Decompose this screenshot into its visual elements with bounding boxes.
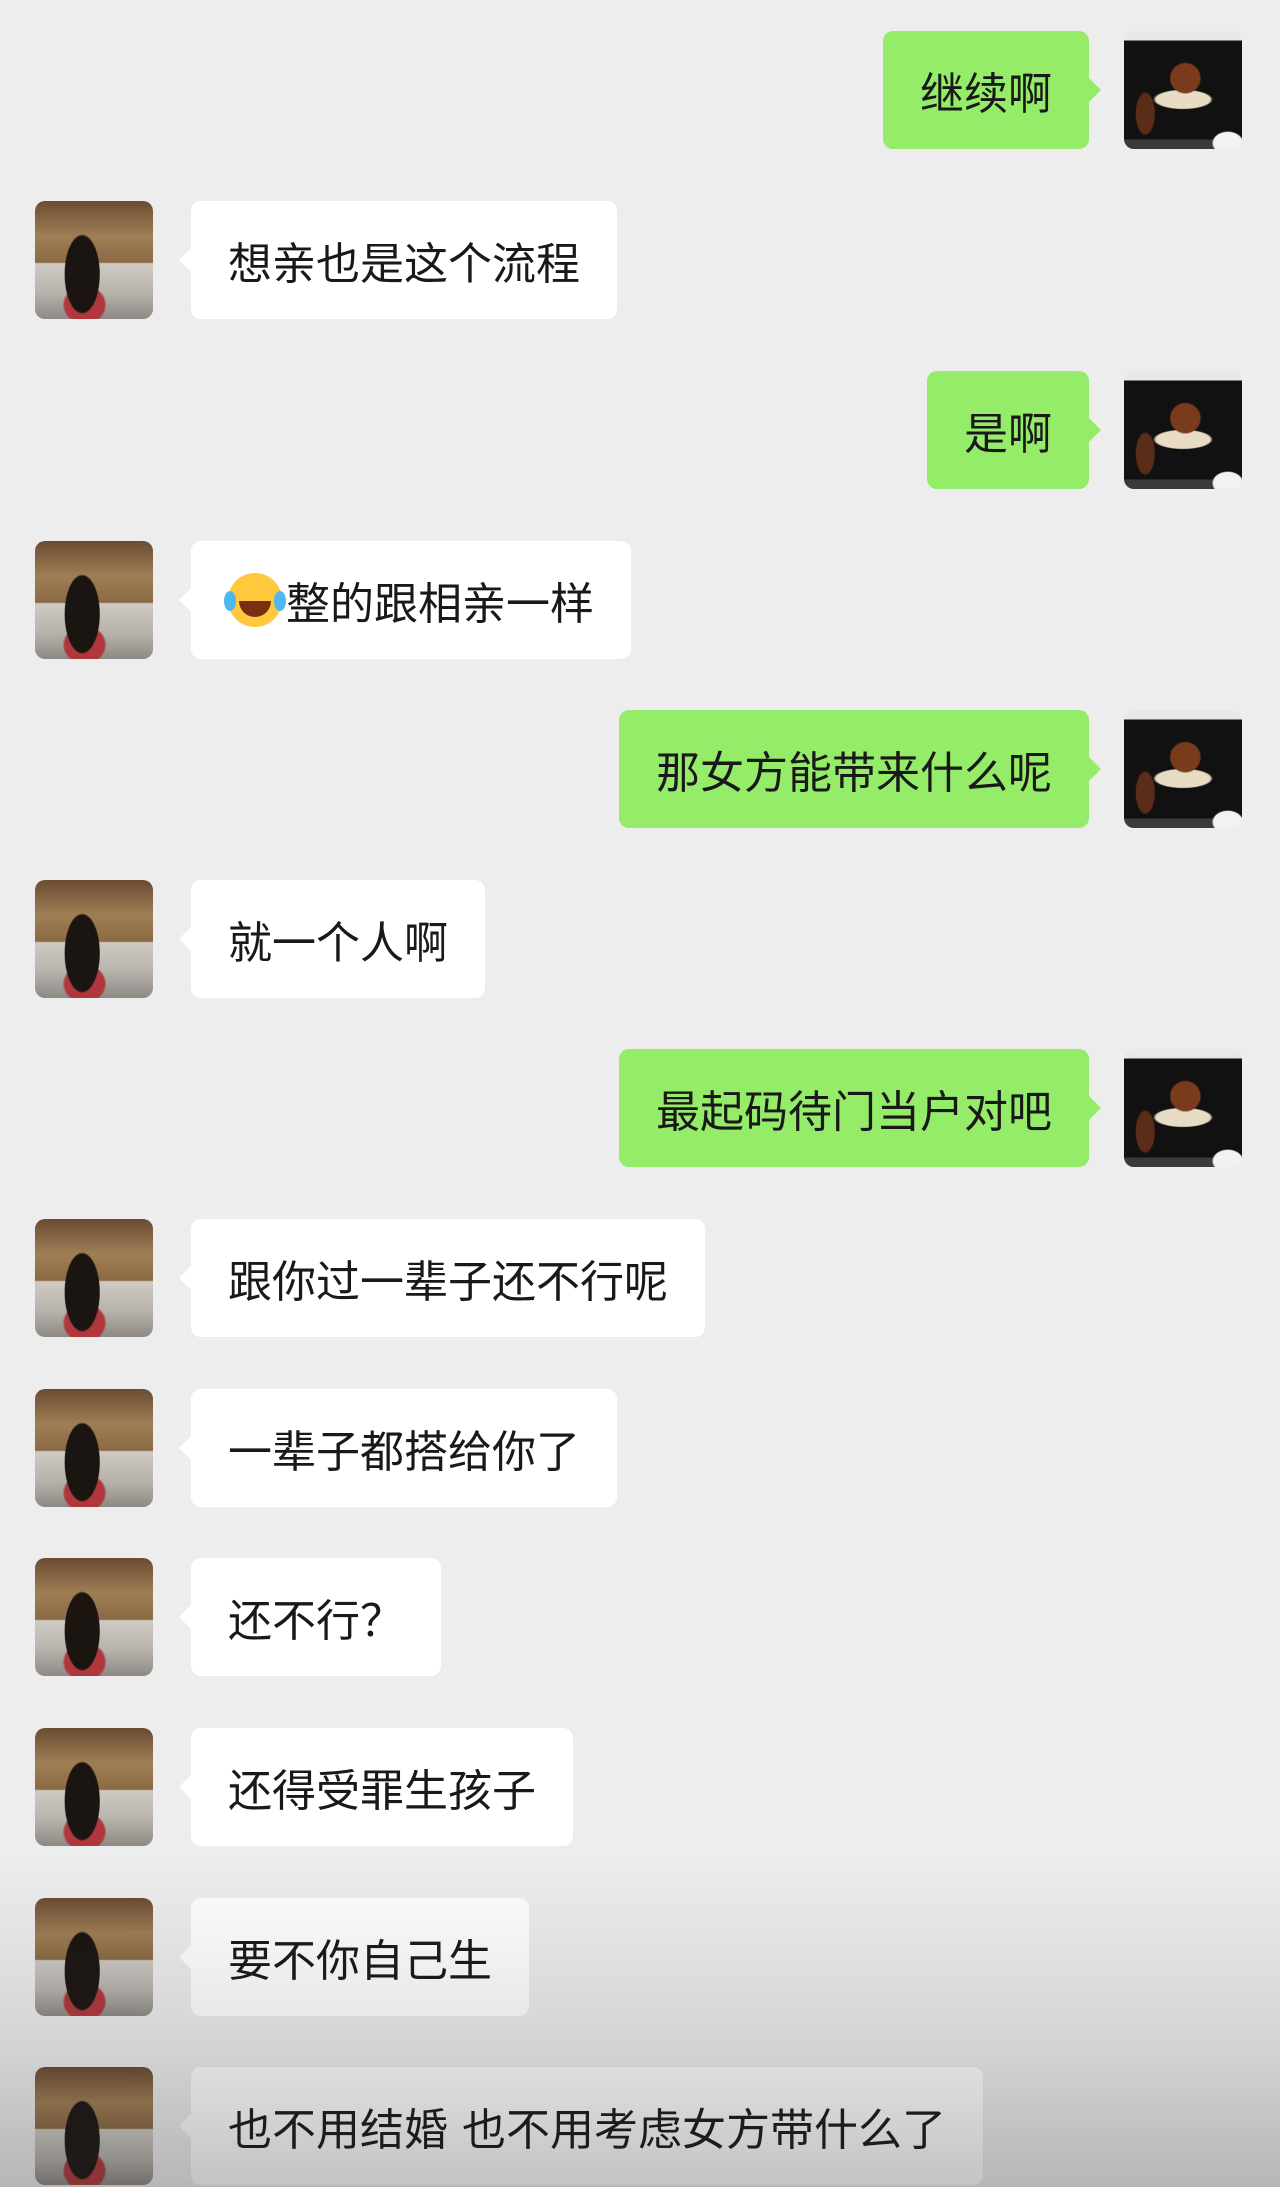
message-row-incoming: 还不行？ xyxy=(0,1558,1280,1676)
message-bubble-incoming[interactable]: 想亲也是这个流程 xyxy=(179,201,617,319)
laughing-with-tears-emoji-icon xyxy=(224,573,282,627)
message-row-incoming: 跟你过一辈子还不行呢 xyxy=(0,1219,1280,1337)
message-text: 是啊 xyxy=(964,409,1052,460)
message-text: 就一个人啊 xyxy=(228,918,448,969)
message-text: 想亲也是这个流程 xyxy=(228,239,580,290)
contact-avatar[interactable] xyxy=(35,880,153,998)
contact-avatar[interactable] xyxy=(35,541,153,659)
message-row-incoming: 要不你自己生 xyxy=(0,1898,1280,2016)
message-bubble-outgoing[interactable]: 那女方能带来什么呢 xyxy=(619,710,1101,828)
message-bubble-incoming[interactable]: 还不行？ xyxy=(179,1558,441,1676)
message-row-incoming: 就一个人啊 xyxy=(0,880,1280,998)
message-bubble-outgoing[interactable]: 最起码待门当户对吧 xyxy=(619,1049,1101,1167)
message-row-incoming: 还得受罪生孩子 xyxy=(0,1728,1280,1846)
message-row-outgoing: 继续啊 xyxy=(0,31,1280,149)
my-avatar[interactable] xyxy=(1124,371,1242,489)
message-bubble-incoming[interactable]: 整的跟相亲一样 xyxy=(179,541,631,659)
message-bubble-incoming[interactable]: 就一个人啊 xyxy=(179,880,485,998)
contact-avatar[interactable] xyxy=(35,201,153,319)
message-text: 继续啊 xyxy=(920,69,1052,120)
message-bubble-incoming[interactable]: 跟你过一辈子还不行呢 xyxy=(179,1219,705,1337)
message-text: 那女方能带来什么呢 xyxy=(656,748,1052,799)
contact-avatar[interactable] xyxy=(35,1389,153,1507)
message-row-incoming: 整的跟相亲一样 xyxy=(0,541,1280,659)
contact-avatar[interactable] xyxy=(35,1219,153,1337)
message-row-outgoing: 最起码待门当户对吧 xyxy=(0,1049,1280,1167)
message-bubble-outgoing[interactable]: 是啊 xyxy=(927,371,1101,489)
my-avatar[interactable] xyxy=(1124,710,1242,828)
message-row-incoming: 想亲也是这个流程 xyxy=(0,201,1280,319)
message-text: 还不行？ xyxy=(228,1596,404,1647)
my-avatar[interactable] xyxy=(1124,31,1242,149)
message-row-outgoing: 那女方能带来什么呢 xyxy=(0,710,1280,828)
chat-message-list[interactable]: 继续啊 想亲也是这个流程 是啊 整的跟相亲一样 那女方能带来什么呢 就一个人啊 xyxy=(0,0,1280,2187)
message-text: 要不你自己生 xyxy=(228,1936,492,1987)
contact-avatar[interactable] xyxy=(35,1728,153,1846)
message-row-outgoing: 是啊 xyxy=(0,371,1280,489)
message-text: 跟你过一辈子还不行呢 xyxy=(228,1257,668,1308)
message-text: 也不用结婚 也不用考虑女方带什么了 xyxy=(228,2105,946,2156)
message-text: 最起码待门当户对吧 xyxy=(656,1087,1052,1138)
contact-avatar[interactable] xyxy=(35,2067,153,2185)
message-bubble-incoming[interactable]: 要不你自己生 xyxy=(179,1898,529,2016)
contact-avatar[interactable] xyxy=(35,1558,153,1676)
message-text: 还得受罪生孩子 xyxy=(228,1766,536,1817)
message-bubble-outgoing[interactable]: 继续啊 xyxy=(883,31,1101,149)
message-text: 整的跟相亲一样 xyxy=(286,579,594,630)
message-row-incoming: 也不用结婚 也不用考虑女方带什么了 xyxy=(0,2067,1280,2185)
contact-avatar[interactable] xyxy=(35,1898,153,2016)
my-avatar[interactable] xyxy=(1124,1049,1242,1167)
message-row-incoming: 一辈子都搭给你了 xyxy=(0,1389,1280,1507)
message-text: 一辈子都搭给你了 xyxy=(228,1427,580,1478)
message-bubble-incoming[interactable]: 也不用结婚 也不用考虑女方带什么了 xyxy=(179,2067,983,2185)
message-bubble-incoming[interactable]: 一辈子都搭给你了 xyxy=(179,1389,617,1507)
message-bubble-incoming[interactable]: 还得受罪生孩子 xyxy=(179,1728,573,1846)
